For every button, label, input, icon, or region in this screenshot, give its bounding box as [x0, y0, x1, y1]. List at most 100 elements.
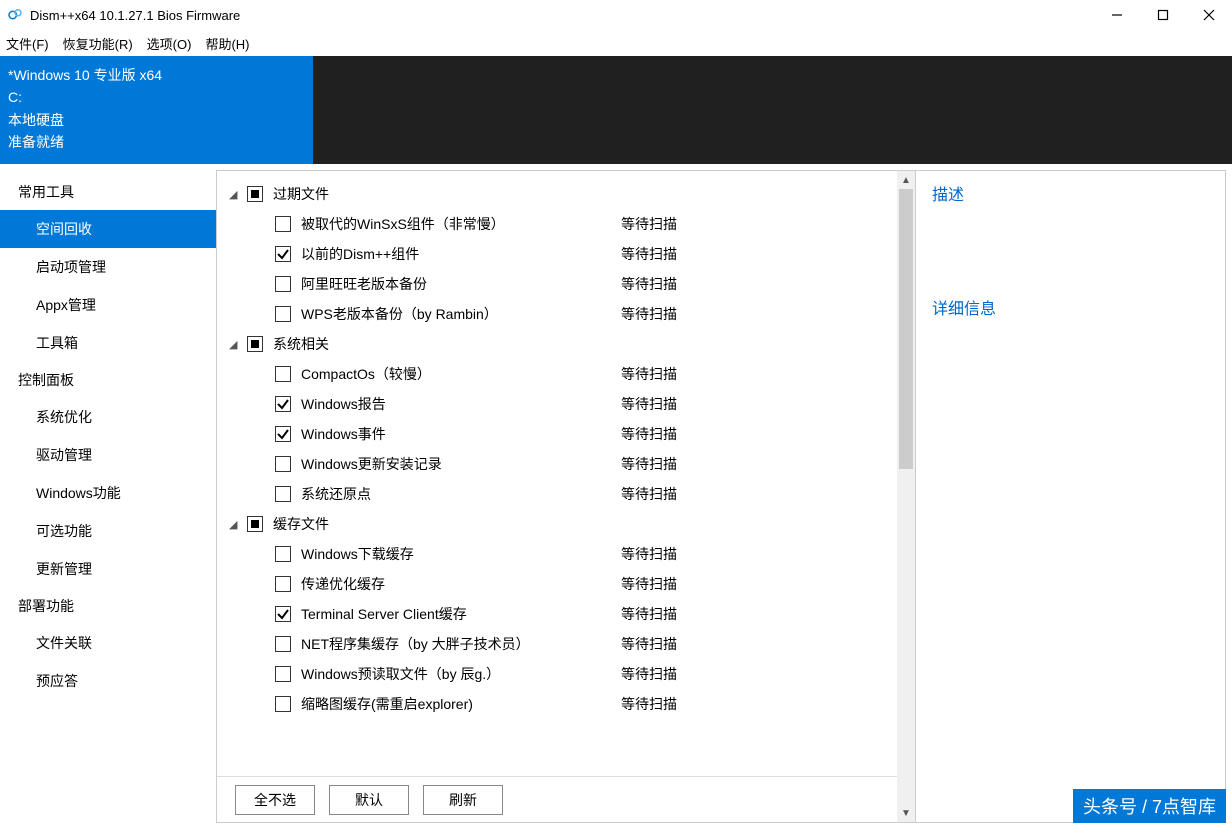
item-label: Windows下载缓存: [301, 544, 621, 564]
list-item[interactable]: 缩略图缓存(需重启explorer)等待扫描: [221, 689, 897, 719]
nav-group-control: 控制面板: [0, 362, 216, 398]
sidebar-item-space-cleanup[interactable]: 空间回收: [0, 210, 216, 248]
menu-file[interactable]: 文件(F): [6, 34, 49, 53]
scrollbar-track[interactable]: [897, 189, 915, 804]
item-status: 等待扫描: [621, 394, 677, 414]
item-checkbox[interactable]: [275, 216, 291, 232]
item-checkbox[interactable]: [275, 456, 291, 472]
item-label: 传递优化缓存: [301, 574, 621, 594]
maximize-button[interactable]: [1140, 0, 1186, 30]
item-label: Windows报告: [301, 394, 621, 414]
item-label: 缩略图缓存(需重启explorer): [301, 694, 621, 714]
group-header[interactable]: ◢ 过期文件: [221, 179, 897, 209]
list-item[interactable]: Windows下载缓存等待扫描: [221, 539, 897, 569]
detail-panel: 描述 详细信息: [915, 171, 1225, 822]
list-item[interactable]: 被取代的WinSxS组件（非常慢）等待扫描: [221, 209, 897, 239]
item-checkbox[interactable]: [275, 576, 291, 592]
item-label: CompactOs（较慢）: [301, 364, 621, 384]
sidebar-item-update[interactable]: 更新管理: [0, 550, 216, 588]
list-item[interactable]: 传递优化缓存等待扫描: [221, 569, 897, 599]
collapse-icon[interactable]: ◢: [229, 518, 241, 531]
ready-status: 准备就绪: [8, 131, 305, 153]
item-checkbox[interactable]: [275, 666, 291, 682]
list-item[interactable]: Windows预读取文件（by 辰g.）等待扫描: [221, 659, 897, 689]
item-checkbox[interactable]: [275, 636, 291, 652]
system-info[interactable]: *Windows 10 专业版 x64 C: 本地硬盘 准备就绪: [0, 56, 313, 164]
description-link[interactable]: 描述: [932, 181, 1209, 205]
item-checkbox[interactable]: [275, 246, 291, 262]
group-header[interactable]: ◢缓存文件: [221, 509, 897, 539]
item-status: 等待扫描: [621, 424, 677, 444]
group-checkbox[interactable]: [247, 516, 263, 532]
window-title: Dism++x64 10.1.27.1 Bios Firmware: [30, 8, 1094, 23]
list-item[interactable]: CompactOs（较慢）等待扫描: [221, 359, 897, 389]
item-status: 等待扫描: [621, 694, 677, 714]
group-checkbox[interactable]: [247, 336, 263, 352]
item-label: Terminal Server Client缓存: [301, 604, 621, 624]
group-label: 过期文件: [273, 184, 329, 204]
sidebar-item-driver[interactable]: 驱动管理: [0, 436, 216, 474]
item-status: 等待扫描: [621, 664, 677, 684]
item-label: Windows预读取文件（by 辰g.）: [301, 664, 621, 684]
sidebar-item-sysprep[interactable]: 预应答: [0, 662, 216, 700]
item-status: 等待扫描: [621, 244, 677, 264]
collapse-icon[interactable]: ◢: [229, 188, 241, 201]
details-link[interactable]: 详细信息: [932, 295, 1209, 319]
item-checkbox[interactable]: [275, 366, 291, 382]
item-label: 以前的Dism++组件: [301, 244, 621, 264]
list-item[interactable]: WPS老版本备份（by Rambin）等待扫描: [221, 299, 897, 329]
item-checkbox[interactable]: [275, 606, 291, 622]
app-icon: [6, 6, 24, 24]
item-checkbox[interactable]: [275, 426, 291, 442]
sidebar-item-toolbox[interactable]: 工具箱: [0, 324, 216, 362]
group-header[interactable]: ◢系统相关: [221, 329, 897, 359]
list-item[interactable]: Windows报告等待扫描: [221, 389, 897, 419]
sidebar-item-optfeat[interactable]: 可选功能: [0, 512, 216, 550]
list-item[interactable]: 阿里旺旺老版本备份等待扫描: [221, 269, 897, 299]
refresh-button[interactable]: 刷新: [423, 785, 503, 815]
list-item[interactable]: 系统还原点等待扫描: [221, 479, 897, 509]
close-button[interactable]: [1186, 0, 1232, 30]
item-label: 阿里旺旺老版本备份: [301, 274, 621, 294]
default-button[interactable]: 默认: [329, 785, 409, 815]
list-item[interactable]: Terminal Server Client缓存等待扫描: [221, 599, 897, 629]
sidebar-item-startup[interactable]: 启动项管理: [0, 248, 216, 286]
item-label: Windows事件: [301, 424, 621, 444]
item-label: NET程序集缓存（by 大胖子技术员）: [301, 634, 621, 654]
sidebar-item-fileassoc[interactable]: 文件关联: [0, 624, 216, 662]
list-item[interactable]: Windows事件等待扫描: [221, 419, 897, 449]
item-checkbox[interactable]: [275, 276, 291, 292]
scrollbar-thumb[interactable]: [899, 189, 913, 469]
collapse-icon[interactable]: ◢: [229, 338, 241, 351]
sidebar-item-sysopt[interactable]: 系统优化: [0, 398, 216, 436]
menu-options[interactable]: 选项(O): [147, 34, 192, 53]
item-checkbox[interactable]: [275, 546, 291, 562]
nav-group-common: 常用工具: [0, 174, 216, 210]
item-checkbox[interactable]: [275, 696, 291, 712]
menu-restore[interactable]: 恢复功能(R): [63, 34, 133, 53]
group-checkbox[interactable]: [247, 186, 263, 202]
item-checkbox[interactable]: [275, 306, 291, 322]
list-item[interactable]: Windows更新安装记录等待扫描: [221, 449, 897, 479]
window-titlebar: Dism++x64 10.1.27.1 Bios Firmware: [0, 0, 1232, 30]
sidebar-nav: 常用工具 空间回收 启动项管理 Appx管理 工具箱 控制面板 系统优化 驱动管…: [0, 164, 216, 829]
deselect-all-button[interactable]: 全不选: [235, 785, 315, 815]
scroll-down-icon[interactable]: ▼: [897, 804, 915, 822]
disk-type: 本地硬盘: [8, 109, 305, 131]
sidebar-item-appx[interactable]: Appx管理: [0, 286, 216, 324]
menu-help[interactable]: 帮助(H): [205, 34, 249, 53]
item-label: WPS老版本备份（by Rambin）: [301, 304, 621, 324]
minimize-button[interactable]: [1094, 0, 1140, 30]
item-checkbox[interactable]: [275, 486, 291, 502]
item-checkbox[interactable]: [275, 396, 291, 412]
scroll-up-icon[interactable]: ▲: [897, 171, 915, 189]
watermark-badge: 头条号 / 7点智库: [1073, 789, 1226, 823]
action-bar: 全不选 默认 刷新: [217, 776, 897, 822]
item-status: 等待扫描: [621, 454, 677, 474]
sidebar-item-winfeat[interactable]: Windows功能: [0, 474, 216, 512]
item-status: 等待扫描: [621, 214, 677, 234]
vertical-scrollbar[interactable]: ▲ ▼: [897, 171, 915, 822]
list-item[interactable]: 以前的Dism++组件等待扫描: [221, 239, 897, 269]
list-item[interactable]: NET程序集缓存（by 大胖子技术员）等待扫描: [221, 629, 897, 659]
os-name: *Windows 10 专业版 x64: [8, 64, 305, 86]
